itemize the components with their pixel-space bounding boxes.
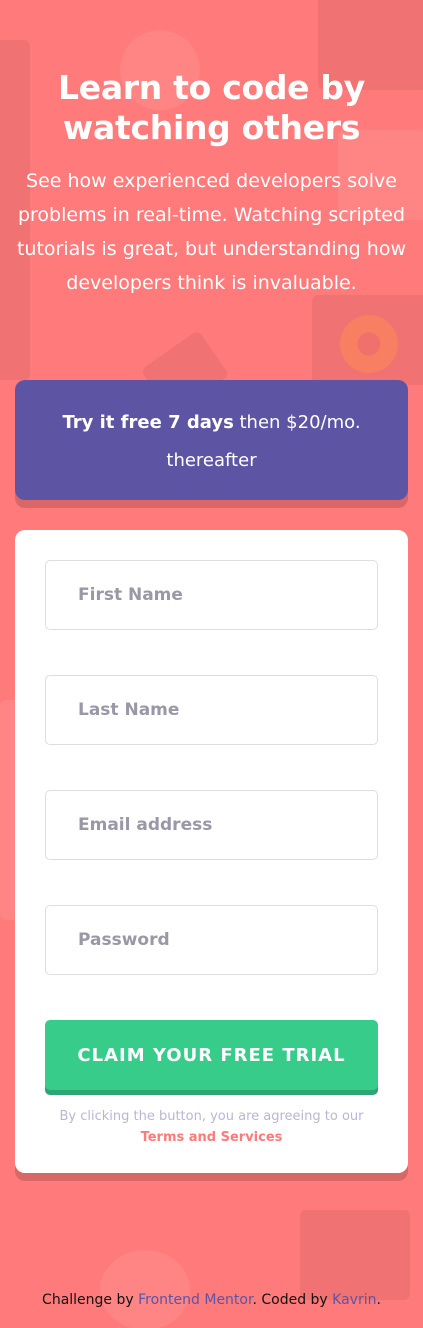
headphones-icon xyxy=(100,1250,190,1328)
last-name-input[interactable] xyxy=(45,675,378,745)
terms-notice: By clicking the button, you are agreeing… xyxy=(45,1106,378,1148)
password-input[interactable] xyxy=(45,905,378,975)
signup-form: CLAIM YOUR FREE TRIAL By clicking the bu… xyxy=(15,530,408,1173)
hero-title: Learn to code by watching others xyxy=(58,68,365,147)
hero-description: See how experienced developers solve pro… xyxy=(16,170,406,294)
hero-section: Learn to code by watching others See how… xyxy=(0,0,423,300)
home-icon xyxy=(300,1210,410,1300)
email-input[interactable] xyxy=(45,790,378,860)
author-link[interactable]: Kavrin xyxy=(332,1292,376,1308)
footer-suffix: . xyxy=(376,1292,381,1308)
trial-offer-banner: Try it free 7 days then $20/mo. thereaft… xyxy=(15,380,408,500)
attribution-footer: Challenge by Frontend Mentor. Coded by K… xyxy=(0,1292,423,1308)
first-name-input[interactable] xyxy=(45,560,378,630)
terms-text: By clicking the button, you are agreeing… xyxy=(59,1109,364,1124)
claim-trial-button[interactable]: CLAIM YOUR FREE TRIAL xyxy=(45,1020,378,1090)
footer-prefix: Challenge by xyxy=(42,1292,139,1308)
footer-middle: . Coded by xyxy=(252,1292,333,1308)
terms-link[interactable]: Terms and Services xyxy=(141,1130,283,1145)
frontend-mentor-link[interactable]: Frontend Mentor xyxy=(138,1292,252,1308)
offer-highlight: Try it free 7 days xyxy=(62,412,234,433)
